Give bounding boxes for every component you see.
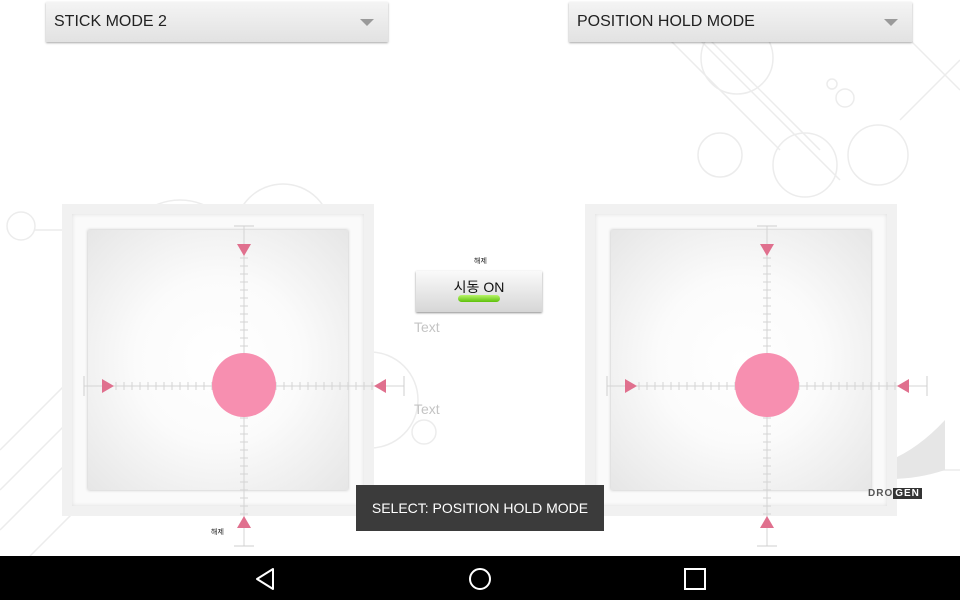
arrow-left-icon — [374, 379, 386, 393]
stick-mode-dropdown[interactable]: STICK MODE 2 — [46, 2, 388, 42]
right-joystick-pad[interactable] — [606, 225, 928, 547]
toast-message: SELECT: POSITION HOLD MODE — [356, 485, 604, 531]
arrow-left-icon — [897, 379, 909, 393]
stick-mode-value: STICK MODE 2 — [54, 13, 167, 30]
status-text-1: Text — [414, 319, 440, 335]
right-joystick-knob[interactable] — [735, 353, 799, 417]
home-icon[interactable] — [466, 565, 494, 593]
chevron-down-icon — [360, 19, 374, 26]
left-stick-caption: 해제 — [211, 529, 224, 536]
arrow-down-icon — [760, 244, 774, 256]
arrow-down-icon — [237, 244, 251, 256]
left-joystick-pad[interactable] — [83, 225, 405, 547]
status-text-2: Text — [414, 401, 440, 417]
engine-start-button[interactable]: 시동 ON — [416, 271, 542, 312]
left-joystick-knob[interactable] — [212, 353, 276, 417]
arrow-right-icon — [102, 379, 114, 393]
arrow-up-icon — [760, 516, 774, 528]
back-icon[interactable] — [251, 565, 279, 593]
status-indicator-light — [458, 295, 500, 302]
drogen-logo: DRO GEN — [868, 488, 922, 499]
right-joystick-frame — [585, 204, 928, 547]
flight-mode-dropdown[interactable]: POSITION HOLD MODE — [569, 2, 912, 42]
engine-start-label: 시동 ON — [453, 279, 505, 295]
start-button-caption: 해제 — [474, 258, 487, 265]
recents-icon[interactable] — [681, 565, 709, 593]
arrow-right-icon — [625, 379, 637, 393]
android-navigation-bar — [0, 556, 960, 600]
left-joystick-frame — [62, 204, 405, 547]
flight-mode-value: POSITION HOLD MODE — [577, 13, 755, 30]
chevron-down-icon — [884, 19, 898, 26]
arrow-up-icon — [237, 516, 251, 528]
